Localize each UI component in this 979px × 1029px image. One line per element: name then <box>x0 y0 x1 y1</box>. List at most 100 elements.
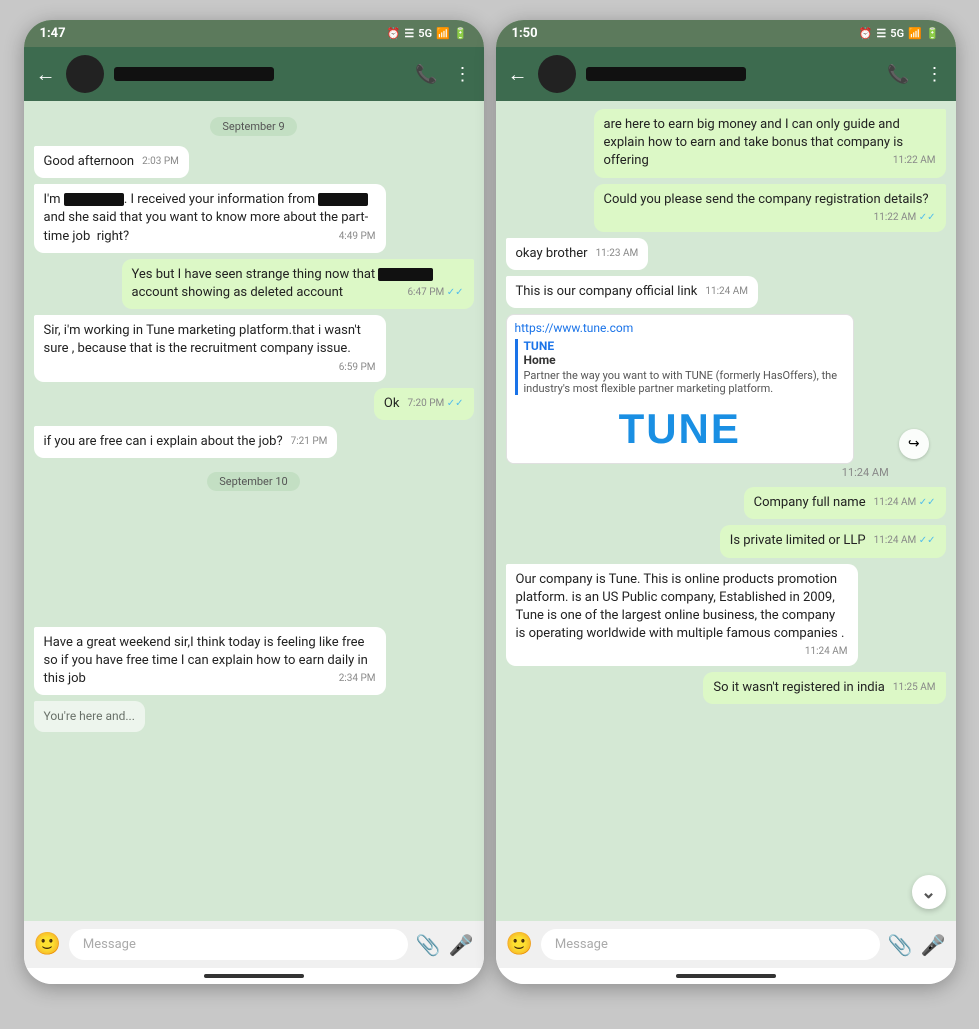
tune-card-title: TUNE <box>524 339 845 353</box>
message-input-1[interactable]: Message <box>69 929 408 960</box>
input-placeholder-2: Message <box>555 937 608 952</box>
status-bar-1: 1:47 ⏰ ☰ 5G 📶 🔋 <box>24 20 484 47</box>
msg-text: Have a great weekend sir,I think today i… <box>44 635 368 686</box>
signal-icon: 📶 <box>436 27 450 40</box>
msg-text: if you are free can i explain about the … <box>44 434 283 449</box>
redacted-name <box>64 193 124 206</box>
message-row: Yes but I have seen strange thing now th… <box>34 259 474 309</box>
mic-icon-1[interactable]: 🎤 <box>449 933 474 957</box>
tune-link-card: https://www.tune.com TUNE Home Partner t… <box>506 314 854 464</box>
chat-input-bar-1: 🙂 Message 📎 🎤 <box>24 921 484 968</box>
msg-text: Our company is Tune. This is online prod… <box>516 572 845 642</box>
message-row: Is private limited or LLP 11:24 AM ✓✓ <box>506 525 946 557</box>
bubble-partial: You're here and... <box>34 701 145 732</box>
time-2: 1:50 <box>512 26 538 41</box>
msg-text: Is private limited or LLP <box>730 533 866 548</box>
msg-time: 11:24 AM <box>705 285 748 299</box>
avatar-1 <box>66 55 104 93</box>
bubble-received: Have a great weekend sir,I think today i… <box>34 627 386 696</box>
tune-logo-text: TUNE <box>619 405 741 453</box>
msg-time: 11:23 AM <box>596 247 639 261</box>
msg-text: Sir, i'm working in Tune marketing platf… <box>44 323 361 356</box>
msg-time: 7:20 PM ✓✓ <box>407 397 463 411</box>
msg-time: 11:22 AM <box>893 154 936 168</box>
5g-icon-2: 5G <box>890 27 904 40</box>
msg-time: 11:25 AM <box>893 681 936 695</box>
chat-header-2: ← 📞 ⋮ <box>496 47 956 101</box>
bubble-received: I'm . I received your information from a… <box>34 184 386 253</box>
emoji-icon-1[interactable]: 🙂 <box>34 932 61 957</box>
network-icon-2: ☰ <box>876 27 886 40</box>
back-button-1[interactable]: ← <box>36 62 56 87</box>
date-badge-sep9: September 9 <box>34 115 474 136</box>
bubble-sent: Yes but I have seen strange thing now th… <box>122 259 474 309</box>
msg-text: Yes but I have seen strange thing now th… <box>132 267 434 300</box>
tune-card-wrapper: https://www.tune.com TUNE Home Partner t… <box>506 314 893 481</box>
message-row: Good afternoon 2:03 PM <box>34 146 474 178</box>
menu-icon-2[interactable]: ⋮ <box>926 64 944 85</box>
forward-button[interactable]: ↪ <box>899 429 929 459</box>
msg-text-partial: You're here and... <box>44 709 135 723</box>
bubble-sent: Ok 7:20 PM ✓✓ <box>374 388 474 420</box>
msg-text: I'm . I received your information from a… <box>44 192 369 243</box>
attachment-icon-1[interactable]: 📎 <box>416 933 441 957</box>
redacted-name2 <box>318 193 368 206</box>
chat-input-bar-2: 🙂 Message 📎 🎤 <box>496 921 956 968</box>
bubble-sent-partial: are here to earn big money and I can onl… <box>594 109 946 178</box>
message-row-partial: You're here and... <box>34 701 474 732</box>
msg-time: 11:24 AM ✓✓ <box>874 534 936 548</box>
header-info-1 <box>114 67 406 81</box>
chat-body-1: September 9 Good afternoon 2:03 PM I'm .… <box>24 101 484 921</box>
bubble-received: Good afternoon 2:03 PM <box>34 146 189 178</box>
message-row: Benefits: 1) Flexible working time 1hour… <box>34 501 474 621</box>
message-row: Our company is Tune. This is online prod… <box>506 564 946 667</box>
scroll-down-button[interactable]: ⌄ <box>912 875 946 909</box>
contact-name-redacted-2 <box>586 67 746 81</box>
msg-time: 6:47 PM ✓✓ <box>407 286 463 300</box>
msg-time: 2:03 PM <box>142 155 179 169</box>
msg-time: 7:21 PM <box>291 435 328 449</box>
phone-1: 1:47 ⏰ ☰ 5G 📶 🔋 ← 📞 ⋮ S <box>24 20 484 984</box>
msg-time: 11:22 AM ✓✓ <box>874 211 936 225</box>
call-icon-2[interactable]: 📞 <box>887 64 909 85</box>
message-row-tune-card: https://www.tune.com TUNE Home Partner t… <box>506 314 946 481</box>
chat-header-1: ← 📞 ⋮ <box>24 47 484 101</box>
home-indicator-1 <box>204 974 304 978</box>
message-row-bottom-partial: So it wasn't registered in india 11:25 A… <box>506 672 946 704</box>
tune-card-content: TUNE Home Partner the way you want to wi… <box>515 339 845 395</box>
avatar-2 <box>538 55 576 93</box>
msg-text: So it wasn't registered in india <box>713 680 885 695</box>
call-icon-1[interactable]: 📞 <box>415 64 437 85</box>
emoji-icon-2[interactable]: 🙂 <box>506 932 533 957</box>
msg-text: okay brother <box>516 246 588 261</box>
status-bar-2: 1:50 ⏰ ☰ 5G 📶 🔋 <box>496 20 956 47</box>
redacted-name3 <box>378 268 433 281</box>
msg-time: 11:24 AM ✓✓ <box>874 496 936 510</box>
chat-body-2: are here to earn big money and I can onl… <box>496 101 956 921</box>
back-button-2[interactable]: ← <box>508 62 528 87</box>
bubble-received: This is our company official link 11:24 … <box>506 276 759 308</box>
tune-url[interactable]: https://www.tune.com <box>507 315 853 335</box>
msg-time: 11:24 AM <box>805 645 848 659</box>
message-row: if you are free can i explain about the … <box>34 426 474 458</box>
tune-card-subtitle: Home <box>524 353 845 367</box>
msg-text: Company full name <box>754 495 866 510</box>
bubble-received: Our company is Tune. This is online prod… <box>506 564 858 667</box>
menu-icon-1[interactable]: ⋮ <box>454 64 472 85</box>
attachment-icon-2[interactable]: 📎 <box>888 933 913 957</box>
bubble-sent: Company full name 11:24 AM ✓✓ <box>744 487 946 519</box>
status-icons-2: ⏰ ☰ 5G 📶 🔋 <box>859 27 940 40</box>
message-input-2[interactable]: Message <box>541 929 880 960</box>
5g-icon: 5G <box>418 27 432 40</box>
tune-card-desc: Partner the way you want to with TUNE (f… <box>524 369 845 395</box>
message-row: Sir, i'm working in Tune marketing platf… <box>34 315 474 381</box>
mic-icon-2[interactable]: 🎤 <box>921 933 946 957</box>
msg-time: 6:59 PM <box>339 361 376 375</box>
message-row: okay brother 11:23 AM <box>506 238 946 270</box>
alarm-icon-2: ⏰ <box>859 27 873 40</box>
phone-2: 1:50 ⏰ ☰ 5G 📶 🔋 ← 📞 ⋮ <box>496 20 956 984</box>
message-row: I'm . I received your information from a… <box>34 184 474 253</box>
bubble-sent: Is private limited or LLP 11:24 AM ✓✓ <box>720 525 946 557</box>
header-action-icons-2: 📞 ⋮ <box>887 64 943 85</box>
msg-text: are here to earn big money and I can onl… <box>604 117 904 168</box>
